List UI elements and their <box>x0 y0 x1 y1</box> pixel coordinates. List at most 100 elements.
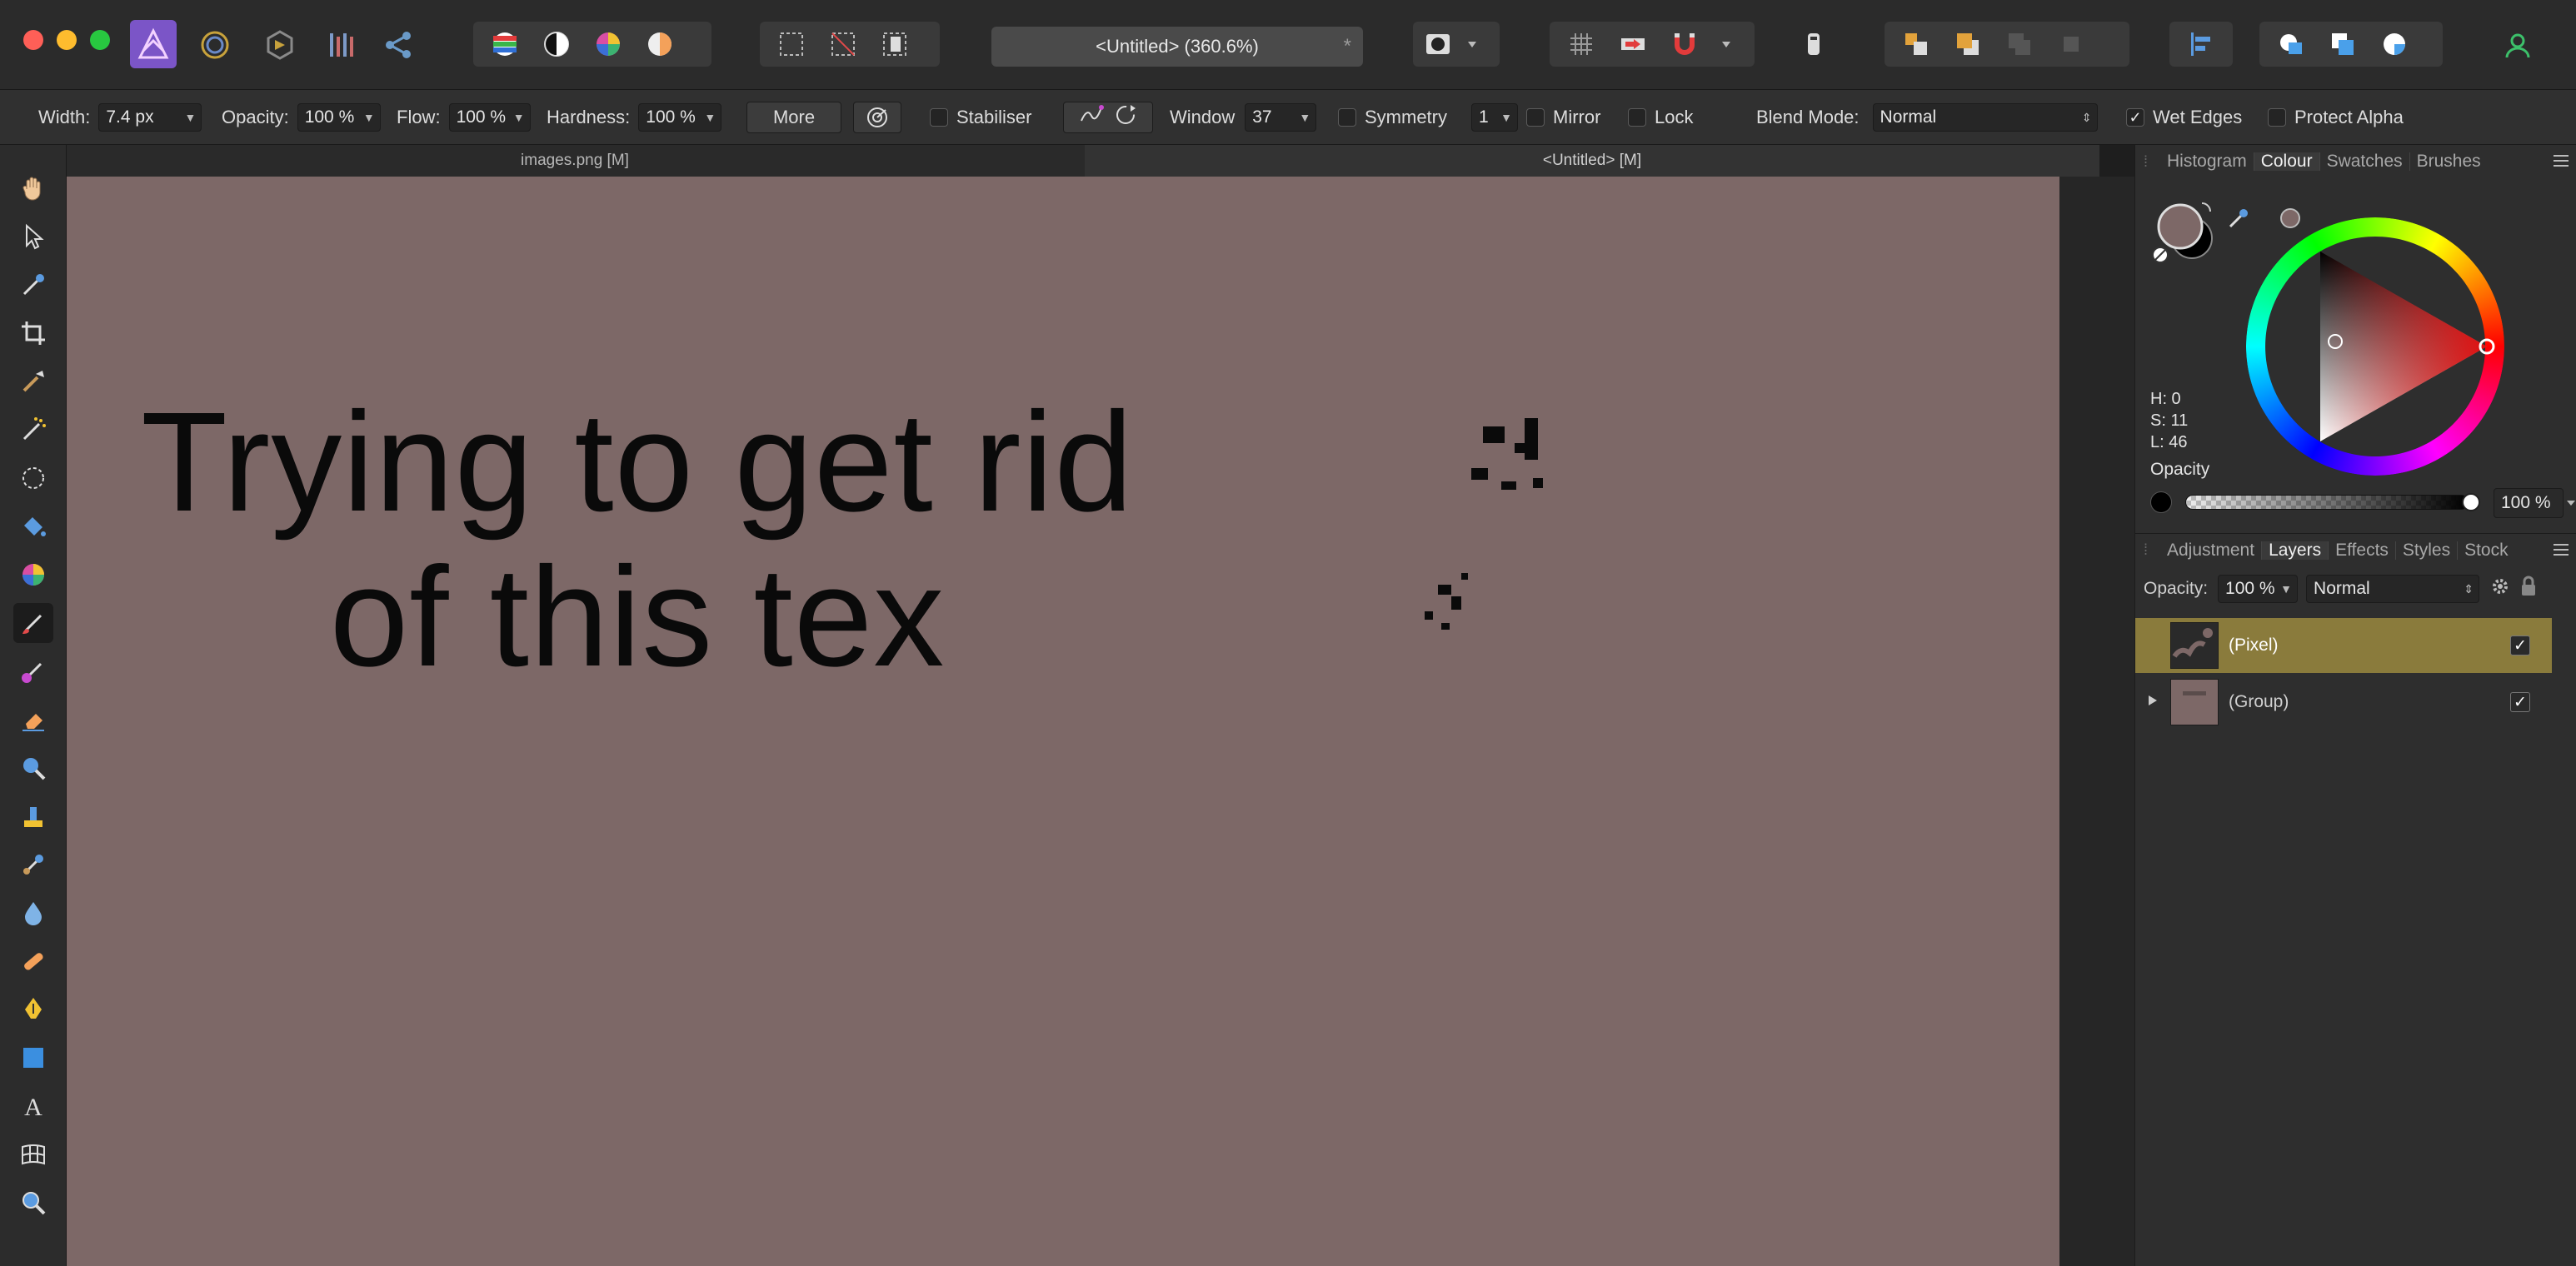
grid-icon[interactable] <box>1560 26 1603 62</box>
boolean-intersect-icon[interactable] <box>2373 26 2416 62</box>
chevron-down-icon[interactable] <box>1715 26 1738 62</box>
mirror-toggle[interactable]: Mirror <box>1526 103 1600 132</box>
crop-tool-icon[interactable] <box>13 313 53 353</box>
gear-icon[interactable] <box>2489 576 2511 602</box>
close-window-button[interactable] <box>23 30 43 50</box>
layer-visibility-checkbox[interactable]: ✓ <box>2510 692 2530 712</box>
marquee-tool-icon[interactable] <box>13 458 53 498</box>
gradient-tool-icon[interactable] <box>13 555 53 595</box>
tab-swatches[interactable]: Swatches <box>2320 152 2410 171</box>
tab-adjustment[interactable]: Adjustment <box>2160 541 2263 560</box>
layers-blend-select[interactable]: Normal ⇕ <box>2306 575 2480 603</box>
tab-histogram[interactable]: Histogram <box>2160 152 2254 171</box>
quick-mask-icon[interactable] <box>1420 26 1456 62</box>
deselect-icon[interactable] <box>821 26 865 62</box>
white-balance-icon[interactable] <box>638 26 681 62</box>
layers-opacity-field[interactable]: 100 % ▼ <box>2218 575 2299 603</box>
inpainting-brush-tool-icon[interactable] <box>13 941 53 981</box>
boolean-add-icon[interactable] <box>2269 26 2313 62</box>
mirror-checkbox[interactable] <box>1526 108 1545 127</box>
retouch-brush-tool-icon[interactable] <box>13 845 53 885</box>
tone-mapping-persona-icon[interactable] <box>325 28 358 62</box>
lock-checkbox[interactable] <box>1628 108 1646 127</box>
colour-opacity-slider[interactable] <box>2185 495 2469 510</box>
colour-wheel[interactable] <box>2242 213 2509 480</box>
layer-row-group[interactable]: (Group) ✓ <box>2135 675 2552 730</box>
tab-stock[interactable]: Stock <box>2458 541 2515 560</box>
symmetry-toggle[interactable]: Symmetry <box>1338 103 1447 132</box>
zoom-tool-icon[interactable] <box>13 1183 53 1223</box>
tab-layers[interactable]: Layers <box>2262 541 2329 560</box>
panel-grip-icon[interactable]: ⁞ <box>2144 153 2155 171</box>
stabiliser-checkbox[interactable] <box>930 108 948 127</box>
flood-select-tool-icon[interactable] <box>13 410 53 450</box>
width-field[interactable]: 7.4 px ▼ <box>98 103 202 132</box>
chevron-down-icon[interactable] <box>2565 488 2576 518</box>
symmetry-count-field[interactable]: 1 ▼ <box>1471 103 1518 132</box>
tab-colour[interactable]: Colour <box>2254 152 2320 171</box>
tab-brushes[interactable]: Brushes <box>2410 152 2488 171</box>
colour-opacity-field[interactable]: 100 % <box>2494 488 2564 518</box>
zoom-window-button[interactable] <box>90 30 110 50</box>
mesh-warp-tool-icon[interactable] <box>13 1134 53 1174</box>
assistant-icon[interactable] <box>1800 30 1828 60</box>
blur-brush-tool-icon[interactable] <box>13 893 53 933</box>
boolean-subtract-icon[interactable] <box>2321 26 2364 62</box>
move-tool-pointer-icon[interactable] <box>13 217 53 257</box>
erase-brush-tool-icon[interactable] <box>13 700 53 740</box>
window-field[interactable]: 37 ▼ <box>1245 103 1317 132</box>
lock-icon[interactable] <box>2519 576 2538 602</box>
window-mode-icon[interactable] <box>1114 103 1137 132</box>
account-icon[interactable] <box>2503 30 2533 60</box>
tab-untitled[interactable]: <Untitled> [M] <box>1085 145 2099 177</box>
opacity-field[interactable]: 100 % ▼ <box>297 103 381 132</box>
symmetry-checkbox[interactable] <box>1338 108 1356 127</box>
move-to-back-icon[interactable] <box>1895 26 1938 62</box>
more-button[interactable]: More <box>746 102 841 133</box>
hardness-field[interactable]: 100 % ▼ <box>638 103 722 132</box>
vertical-scroll-track[interactable] <box>2059 177 2134 1266</box>
pen-tool-icon[interactable] <box>13 989 53 1029</box>
move-forward-one-icon[interactable] <box>1998 26 2041 62</box>
protect-alpha-toggle[interactable]: Protect Alpha <box>2268 103 2404 132</box>
align-icon[interactable] <box>2179 26 2223 62</box>
force-pixel-alignment-icon[interactable] <box>1611 26 1655 62</box>
dodge-burn-tool-icon[interactable] <box>13 748 53 788</box>
wet-edges-checkbox[interactable]: ✓ <box>2126 108 2144 127</box>
artistic-text-tool-icon[interactable]: A <box>13 1086 53 1126</box>
selection-brush-tool-icon[interactable] <box>13 361 53 401</box>
rope-mode-icon[interactable] <box>1079 104 1104 131</box>
tab-images-png[interactable]: images.png [M] <box>67 145 1083 177</box>
view-tool-hand-icon[interactable] <box>13 168 53 208</box>
rectangle-tool-icon[interactable] <box>13 1038 53 1078</box>
minimize-window-button[interactable] <box>57 30 77 50</box>
chevron-down-icon[interactable] <box>1460 26 1485 62</box>
export-persona-icon[interactable] <box>382 28 415 62</box>
tab-styles[interactable]: Styles <box>2396 541 2459 560</box>
wet-edges-toggle[interactable]: ✓ Wet Edges <box>2126 103 2242 132</box>
colour-balance-icon[interactable] <box>587 26 630 62</box>
opacity-slider-knob[interactable] <box>2462 493 2480 511</box>
move-to-front-icon[interactable] <box>2049 26 2093 62</box>
photo-persona-icon[interactable] <box>130 20 177 68</box>
liquify-persona-icon[interactable] <box>198 28 232 62</box>
layer-row-pixel[interactable]: (Pixel) ✓ <box>2135 618 2552 673</box>
colour-picker-tool-icon[interactable] <box>13 265 53 305</box>
panel-grip-icon[interactable]: ⁞ <box>2144 541 2155 559</box>
layer-visibility-checkbox[interactable]: ✓ <box>2510 635 2530 655</box>
levels-icon[interactable] <box>483 26 527 62</box>
clone-brush-tool-icon[interactable] <box>13 796 53 836</box>
colour-replacement-brush-icon[interactable] <box>13 651 53 691</box>
paint-brush-tool-icon[interactable] <box>13 603 53 643</box>
tab-effects[interactable]: Effects <box>2329 541 2396 560</box>
invert-selection-icon[interactable] <box>873 26 916 62</box>
blend-mode-select[interactable]: Normal ⇕ <box>1872 103 2098 132</box>
move-back-one-icon[interactable] <box>1946 26 1989 62</box>
panel-menu-icon[interactable] <box>2552 153 2570 173</box>
panel-menu-icon[interactable] <box>2552 542 2570 562</box>
expand-arrow-icon[interactable] <box>2147 692 2159 712</box>
snapping-magnet-icon[interactable] <box>1663 26 1706 62</box>
lock-toggle[interactable]: Lock <box>1628 103 1693 132</box>
protect-alpha-checkbox[interactable] <box>2268 108 2286 127</box>
black-white-icon[interactable] <box>535 26 578 62</box>
